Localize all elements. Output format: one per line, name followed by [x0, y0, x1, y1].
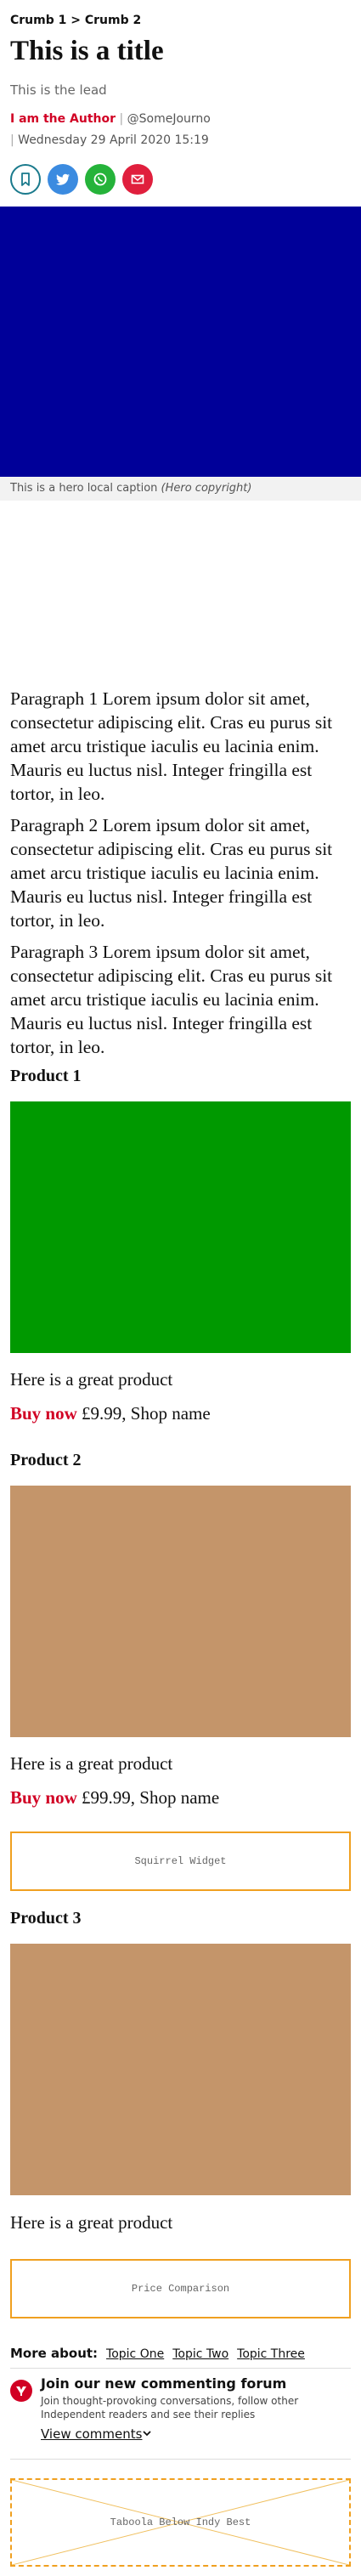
product-1-description: Here is a great product — [10, 1369, 173, 1390]
product-1-price: £9.99, Shop name — [82, 1403, 211, 1424]
paragraph-1: Paragraph 1 Lorem ipsum dolor sit amet, … — [10, 688, 333, 804]
author-handle[interactable]: @SomeJourno — [127, 112, 211, 126]
breadcrumb-crumb-1[interactable]: Crumb 1 — [10, 14, 66, 27]
whatsapp-share-button[interactable] — [85, 164, 116, 195]
divider — [10, 2368, 351, 2369]
product-2-title: Product 2 — [10, 1451, 82, 1469]
hero-image — [0, 207, 361, 477]
product-2-buy-line: Buy now £99.99, Shop name — [10, 1787, 219, 1809]
comments-title: Join our new commenting forum — [41, 2375, 287, 2392]
product-3-title: Product 3 — [10, 1909, 82, 1928]
topic-link-one[interactable]: Topic One — [106, 2347, 164, 2361]
product-1-image — [10, 1101, 351, 1353]
product-3-image — [10, 1944, 351, 2195]
product-2-image — [10, 1486, 351, 1737]
topic-link-two[interactable]: Topic Two — [172, 2347, 228, 2361]
product-1-buy-line: Buy now £9.99, Shop name — [10, 1403, 211, 1424]
product-1-title: Product 1 — [10, 1067, 82, 1085]
email-share-button[interactable] — [122, 164, 153, 195]
chevron-down-icon[interactable] — [141, 2427, 153, 2439]
product-2-price: £99.99, Shop name — [82, 1787, 220, 1808]
author-name[interactable]: I am the Author — [10, 112, 116, 126]
paragraph-2: Paragraph 2 Lorem ipsum dolor sit amet, … — [10, 815, 333, 931]
product-1-buy-now-link[interactable]: Buy now — [10, 1403, 77, 1424]
author-line: I am the Author | @SomeJourno — [10, 112, 211, 126]
comments-description: Join thought-provoking conversations, fo… — [41, 2395, 299, 2420]
bookmark-icon — [21, 173, 30, 186]
breadcrumb-separator: > — [71, 14, 81, 27]
product-3-description: Here is a great product — [10, 2212, 173, 2233]
product-2-description: Here is a great product — [10, 1753, 173, 1774]
article-lead: This is the lead — [10, 82, 107, 98]
hero-copyright: (Hero copyright) — [161, 482, 252, 495]
taboola-label: Taboola Below Indy Best — [110, 2517, 251, 2528]
topic-link-three[interactable]: Topic Three — [237, 2347, 305, 2361]
whatsapp-icon — [93, 173, 107, 186]
hero-caption-text: This is a hero local caption — [10, 482, 158, 495]
breadcrumb: Crumb 1 > Crumb 2 — [10, 14, 141, 27]
twitter-icon — [56, 173, 70, 185]
squirrel-widget: Squirrel Widget — [10, 1832, 351, 1891]
view-comments-button[interactable]: View comments — [41, 2426, 142, 2442]
taboola-widget: Taboola Below Indy Best — [10, 2478, 351, 2567]
paragraph-3: Paragraph 3 Lorem ipsum dolor sit amet, … — [10, 942, 333, 1057]
page-title: This is a title — [10, 36, 164, 66]
independent-logo-icon — [10, 2380, 32, 2402]
publish-date-text: Wednesday 29 April 2020 15:19 — [18, 133, 209, 147]
email-icon — [131, 174, 144, 184]
more-about: More about: Topic One Topic Two Topic Th… — [10, 2346, 305, 2361]
breadcrumb-crumb-2[interactable]: Crumb 2 — [85, 14, 141, 27]
hero-caption: This is a hero local caption (Hero copyr… — [0, 477, 361, 501]
bookmark-button[interactable] — [10, 164, 41, 195]
publish-date: | Wednesday 29 April 2020 15:19 — [10, 133, 209, 147]
product-2-buy-now-link[interactable]: Buy now — [10, 1787, 77, 1808]
more-about-label: More about: — [10, 2346, 99, 2361]
price-comparison-widget: Price Comparison — [10, 2259, 351, 2318]
twitter-share-button[interactable] — [48, 164, 78, 195]
divider — [10, 2459, 351, 2460]
